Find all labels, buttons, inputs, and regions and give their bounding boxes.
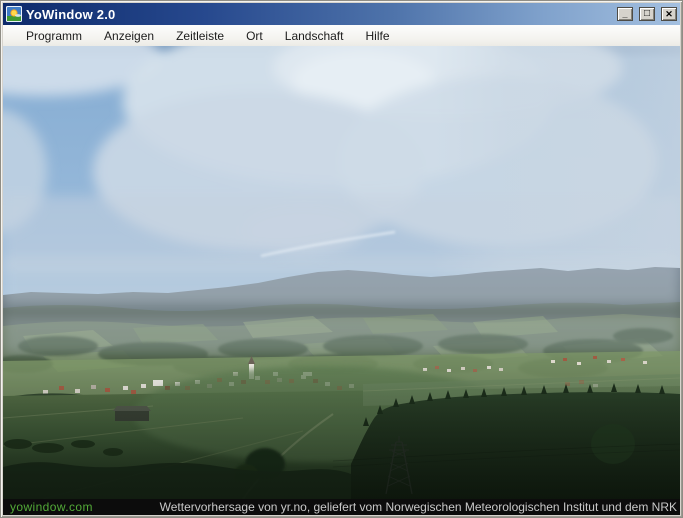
menu-bar: Programm Anzeigen Zeitleiste Ort Landsch… xyxy=(3,25,680,46)
close-button[interactable]: ✕ xyxy=(661,7,677,21)
status-bar: yowindow.com Wettervorhersage von yr.no,… xyxy=(3,499,680,515)
app-window: YoWindow 2.0 _ □ ✕ Programm Anzeigen Zei… xyxy=(0,0,683,518)
menu-item-ort[interactable]: Ort xyxy=(235,26,274,46)
minimize-icon: _ xyxy=(622,9,628,19)
window-title: YoWindow 2.0 xyxy=(26,6,116,22)
landscape-view xyxy=(3,46,680,499)
yowindow-logo-icon xyxy=(6,6,22,22)
weather-credit-text: Wettervorhersage von yr.no, geliefert vo… xyxy=(159,500,677,514)
vignette xyxy=(3,366,680,499)
menu-item-hilfe[interactable]: Hilfe xyxy=(354,26,400,46)
maximize-icon: □ xyxy=(643,7,651,19)
menu-item-landschaft[interactable]: Landschaft xyxy=(274,26,355,46)
clouds xyxy=(3,46,680,281)
title-bar[interactable]: YoWindow 2.0 _ □ ✕ xyxy=(3,3,680,25)
landscape-illustration xyxy=(3,46,680,499)
menu-item-zeitleiste[interactable]: Zeitleiste xyxy=(165,26,235,46)
menu-item-programm[interactable]: Programm xyxy=(15,26,93,46)
yowindow-link[interactable]: yowindow.com xyxy=(10,499,93,515)
minimize-button[interactable]: _ xyxy=(617,7,633,21)
menu-item-anzeigen[interactable]: Anzeigen xyxy=(93,26,165,46)
maximize-button[interactable]: □ xyxy=(639,7,655,21)
close-icon: ✕ xyxy=(665,8,673,19)
